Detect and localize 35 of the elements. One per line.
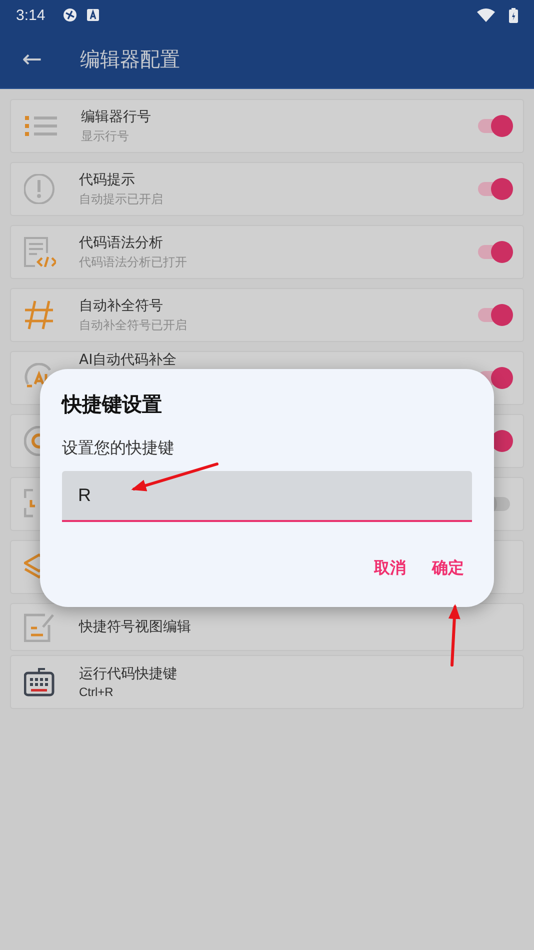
setting-card[interactable]: 代码提示 自动提示已开启 <box>10 162 524 216</box>
setting-subtitle: 自动提示已开启 <box>79 190 164 208</box>
setting-subtitle: 显示行号 <box>81 128 130 144</box>
field-label: 设置您的快捷键 <box>62 438 175 459</box>
setting-subtitle: 自动补全符号已开启 <box>79 316 188 334</box>
input-field[interactable]: R <box>62 471 472 522</box>
setting-title: 快捷符号视图编辑 <box>79 618 192 636</box>
setting-title: 代码语法分析 <box>79 234 164 252</box>
setting-title: 自动补全符号 <box>79 296 164 314</box>
page-title: 编辑器配置 <box>80 46 180 72</box>
setting-card[interactable]: 自动补全符号 自动补全符号已开启 <box>10 288 524 342</box>
wifi-icon <box>477 8 495 22</box>
keyboard-icon <box>24 667 56 697</box>
edit-icon <box>24 612 56 642</box>
setting-card[interactable]: 编辑器行号 显示行号 <box>10 99 524 153</box>
setting-card[interactable]: 运行代码快捷键 Ctrl+R <box>10 655 524 709</box>
exclamation-icon <box>24 174 56 204</box>
dialog-button[interactable]: 确定 <box>424 552 472 585</box>
setting-card[interactable]: 代码语法分析 代码语法分析已打开 <box>10 225 524 279</box>
font-icon <box>87 9 100 21</box>
setting-card[interactable]: 快捷符号视图编辑 <box>10 603 524 651</box>
setting-title: 编辑器行号 <box>81 108 152 126</box>
hash-icon <box>24 300 56 330</box>
list-icon <box>25 115 57 137</box>
setting-title: 运行代码快捷键 <box>79 665 178 683</box>
back-button[interactable]: ← <box>10 45 54 73</box>
battery-icon <box>509 8 518 22</box>
setting-subtitle: Ctrl+R <box>79 685 114 699</box>
setting-title: 代码提示 <box>79 170 136 188</box>
code-document-icon <box>24 237 56 267</box>
dialog-title: 快捷键设置 <box>62 391 163 418</box>
setting-title: AI自动代码补全 <box>79 352 178 368</box>
status-time: 3:14 <box>16 6 46 24</box>
dialog-button[interactable]: 取消 <box>366 552 414 585</box>
setting-subtitle: 代码语法分析已打开 <box>79 254 188 270</box>
